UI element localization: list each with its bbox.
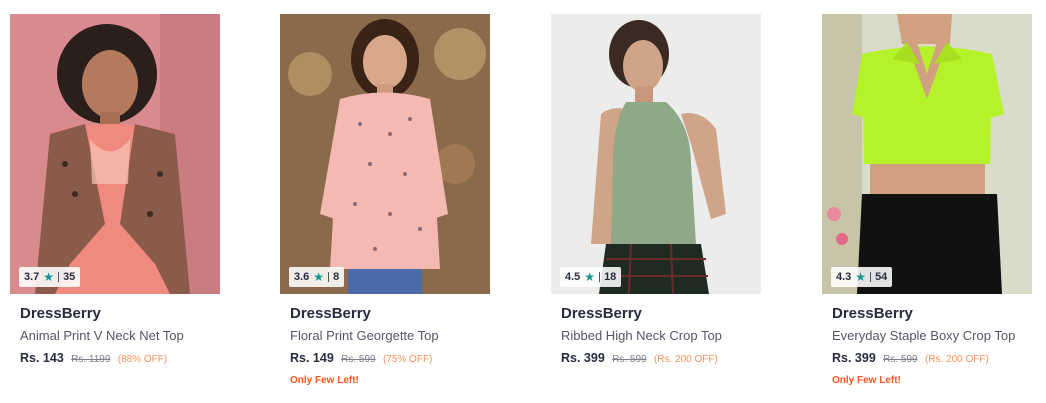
rating-count: 54 (875, 271, 888, 283)
rating-value: 3.6 (294, 271, 310, 283)
star-icon: ★ (584, 270, 596, 284)
product-mrp: Rs. 599 (883, 354, 918, 365)
product-image[interactable]: 4.5 ★ 18 (551, 14, 761, 294)
price-row: Rs. 399 Rs. 599 (Rs. 200 OFF) (561, 350, 761, 368)
product-discount: (75% OFF) (382, 354, 433, 365)
star-icon: ★ (43, 270, 55, 284)
price-row: Rs. 149 Rs. 599 (75% OFF) (290, 350, 490, 368)
rating-divider (58, 272, 60, 282)
rating-count: 8 (333, 271, 340, 283)
product-price: Rs. 149 (290, 351, 334, 365)
rating-value: 4.5 (565, 271, 581, 283)
price-row: Rs. 399 Rs. 599 (Rs. 200 OFF) (832, 350, 1032, 368)
floral-top-image (280, 14, 490, 294)
star-icon: ★ (313, 270, 325, 284)
rating-count: 35 (63, 271, 76, 283)
product-card[interactable]: 3.6 ★ 8 DressBerry Floral Print Georgett… (280, 14, 490, 387)
product-image[interactable]: 3.7 ★ 35 (10, 14, 220, 294)
rating-value: 3.7 (24, 271, 40, 283)
stock-warning: Only Few Left! (832, 375, 901, 386)
product-mrp: Rs. 1199 (71, 354, 111, 365)
rating-count: 18 (604, 271, 617, 283)
product-mrp: Rs. 599 (612, 354, 647, 365)
rating-badge: 3.7 ★ 35 (19, 267, 81, 287)
halter-crop-top-image (551, 14, 761, 294)
price-row: Rs. 143 Rs. 1199 (88% OFF) (20, 350, 220, 368)
product-card[interactable]: 4.3 ★ 54 DressBerry Everyday Staple Boxy… (822, 14, 1032, 387)
stock-warning: Only Few Left! (290, 375, 359, 386)
rating-divider (870, 272, 872, 282)
rating-badge: 4.3 ★ 54 (831, 267, 893, 287)
rating-badge: 3.6 ★ 8 (289, 267, 345, 287)
product-image[interactable]: 3.6 ★ 8 (280, 14, 490, 294)
collar-crop-top-image (822, 14, 1032, 294)
product-name: Ribbed High Neck Crop Top (561, 328, 722, 343)
product-discount: (88% OFF) (117, 354, 168, 365)
product-brand: DressBerry (20, 305, 101, 322)
product-price: Rs. 399 (561, 351, 605, 365)
product-card[interactable]: 3.7 ★ 35 DressBerry Animal Print V Neck … (10, 14, 220, 368)
product-brand: DressBerry (290, 305, 371, 322)
product-discount: (Rs. 200 OFF) (653, 354, 718, 365)
product-name: Floral Print Georgette Top (290, 328, 439, 343)
product-brand: DressBerry (561, 305, 642, 322)
product-name: Animal Print V Neck Net Top (20, 328, 184, 343)
star-icon: ★ (855, 270, 867, 284)
rating-badge: 4.5 ★ 18 (560, 267, 622, 287)
leopard-net-top-image (10, 14, 220, 294)
product-image[interactable]: 4.3 ★ 54 (822, 14, 1032, 294)
product-name: Everyday Staple Boxy Crop Top (832, 328, 1016, 343)
product-discount: (Rs. 200 OFF) (924, 354, 989, 365)
product-price: Rs. 143 (20, 351, 64, 365)
product-card[interactable]: 4.5 ★ 18 DressBerry Ribbed High Neck Cro… (551, 14, 761, 368)
product-brand: DressBerry (832, 305, 913, 322)
product-mrp: Rs. 599 (341, 354, 376, 365)
product-price: Rs. 399 (832, 351, 876, 365)
rating-divider (599, 272, 601, 282)
rating-value: 4.3 (836, 271, 852, 283)
rating-divider (328, 272, 330, 282)
